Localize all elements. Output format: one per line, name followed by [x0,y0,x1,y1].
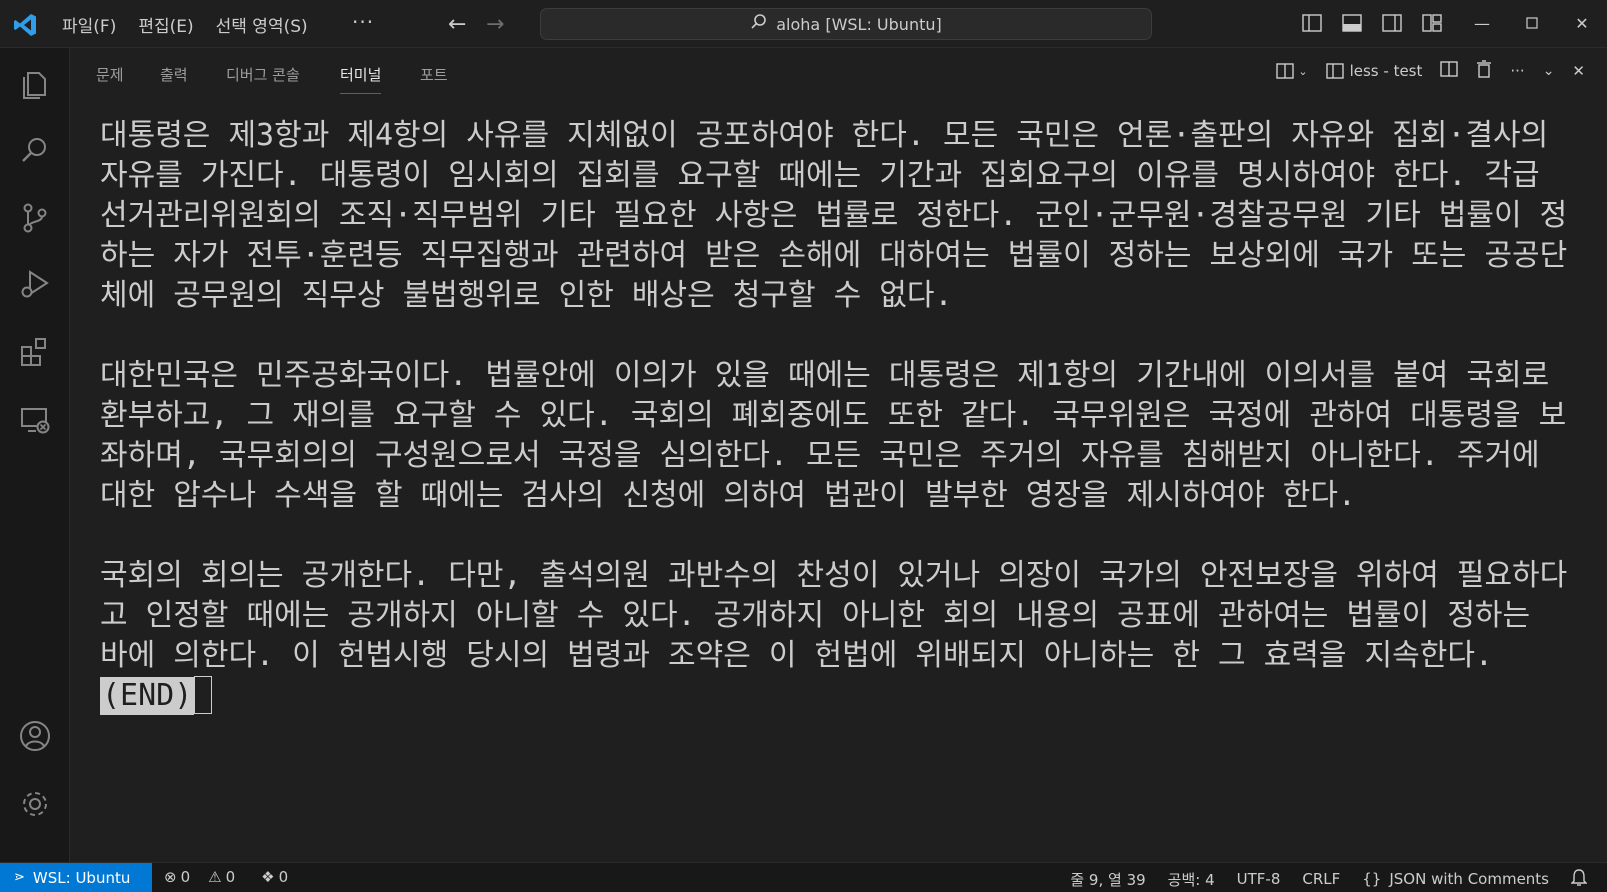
remote-explorer-icon[interactable] [15,400,55,440]
terminal-cursor [194,676,213,714]
search-label: aloha [WSL: Ubuntu] [776,14,942,34]
maximize-panel-icon[interactable]: ⌄ [1543,63,1555,79]
cursor-position[interactable]: 줄 9, 열 39 [1070,869,1145,890]
terminal-paragraph: 대한민국은 민주공화국이다. 법률안에 이의가 있을 때에는 대통령은 제1항의… [100,358,1567,513]
remote-icon: ⋗ [14,870,25,885]
minimize-icon[interactable]: — [1471,12,1493,34]
tab-output[interactable]: 출력 [160,64,188,85]
extensions-icon[interactable] [15,332,55,372]
activity-bar [0,48,70,862]
tab-debug-console[interactable]: 디버그 콘솔 [226,64,300,85]
status-right: 줄 9, 열 39 공백: 4 UTF-8 CRLF {} JSON with … [1070,868,1588,890]
terminal-name: less - test [1349,62,1423,80]
remote-indicator[interactable]: ⋗ WSL: Ubuntu [0,863,152,892]
toggle-panel-icon[interactable] [1341,12,1363,34]
trash-icon[interactable] [1476,60,1492,82]
menu-file[interactable]: 파일(F) [62,12,116,37]
language-label: JSON with Comments [1389,870,1549,888]
indentation[interactable]: 공백: 4 [1168,869,1215,890]
menu-selection[interactable]: 선택 영역(S) [216,12,308,37]
source-control-icon[interactable] [15,198,55,238]
remote-label: WSL: Ubuntu [32,868,131,887]
terminal-instance-label[interactable]: less - test [1325,62,1423,80]
ports-icon: ❖ [261,868,275,886]
braces-icon: {} [1362,870,1382,888]
language-mode[interactable]: {} JSON with Comments [1362,870,1549,888]
end-of-line[interactable]: CRLF [1302,870,1340,888]
settings-gear-icon[interactable] [15,784,55,824]
split-icon [1276,63,1295,79]
end-marker: (END) [100,677,195,715]
customize-layout-icon[interactable] [1421,12,1443,34]
search-icon [750,13,768,35]
close-icon[interactable]: ✕ [1572,62,1585,80]
chevron-down-icon: ⌄ [1298,64,1308,78]
encoding[interactable]: UTF-8 [1237,870,1281,888]
terminal-paragraph: 국회의 회의는 공개한다. 다만, 출석의원 과반수의 찬성이 있거나 의장이 … [100,558,1568,673]
status-bar: ⋗ WSL: Ubuntu ⊗ 0 ⚠ 0 ❖ 0 줄 9, 열 39 공백: … [0,862,1607,892]
run-debug-icon[interactable] [15,264,55,304]
panel-actions: ⌄ less - test ··· ⌄ ✕ [1276,60,1585,82]
title-bar: 파일(F) 편집(E) 선택 영역(S) ··· ← → aloha [WSL:… [0,0,1607,48]
maximize-icon[interactable] [1521,12,1543,34]
warning-icon: ⚠ [208,868,222,886]
back-arrow-icon[interactable]: ← [448,12,466,37]
bell-icon[interactable] [1570,868,1588,890]
close-window-icon[interactable]: ✕ [1571,12,1593,34]
toggle-secondary-sidebar-icon[interactable] [1381,12,1403,34]
window-controls: — ✕ [1301,12,1593,34]
more-menu-button[interactable]: ··· [352,10,374,34]
error-icon: ⊗ [164,868,177,886]
split-terminal-icon[interactable] [1440,61,1459,81]
toggle-primary-sidebar-icon[interactable] [1301,12,1323,34]
account-icon[interactable] [15,716,55,756]
terminal-split-icon [1325,63,1344,79]
panel-header: 문제 출력 디버그 콘솔 터미널 포트 ⌄ less - test ··· ⌄ … [70,48,1607,98]
tab-terminal[interactable]: 터미널 [340,64,382,94]
search-view-icon[interactable] [15,130,55,170]
more-actions-icon[interactable]: ··· [1510,62,1524,80]
tab-problems[interactable]: 문제 [96,64,124,85]
command-center-search[interactable]: aloha [WSL: Ubuntu] [540,8,1152,40]
terminal-output[interactable]: 대통령은 제3항과 제4항의 사유를 지체없이 공포하여야 한다. 모든 국민은… [100,116,1570,716]
warning-count: 0 [225,868,236,886]
menu-bar: 파일(F) 편집(E) 선택 영역(S) [62,12,308,37]
vscode-logo-icon [12,12,38,38]
status-problems[interactable]: ⊗ 0 ⚠ 0 ❖ 0 [164,868,288,886]
ports-count: 0 [278,868,289,886]
forward-arrow-icon[interactable]: → [486,12,504,37]
menu-edit[interactable]: 편집(E) [138,12,193,37]
explorer-icon[interactable] [15,64,55,104]
new-terminal-split-dropdown[interactable]: ⌄ [1276,63,1308,79]
terminal-paragraph: 대통령은 제3항과 제4항의 사유를 지체없이 공포하여야 한다. 모든 국민은… [100,118,1568,313]
error-count: 0 [180,868,191,886]
tab-ports[interactable]: 포트 [420,64,448,85]
